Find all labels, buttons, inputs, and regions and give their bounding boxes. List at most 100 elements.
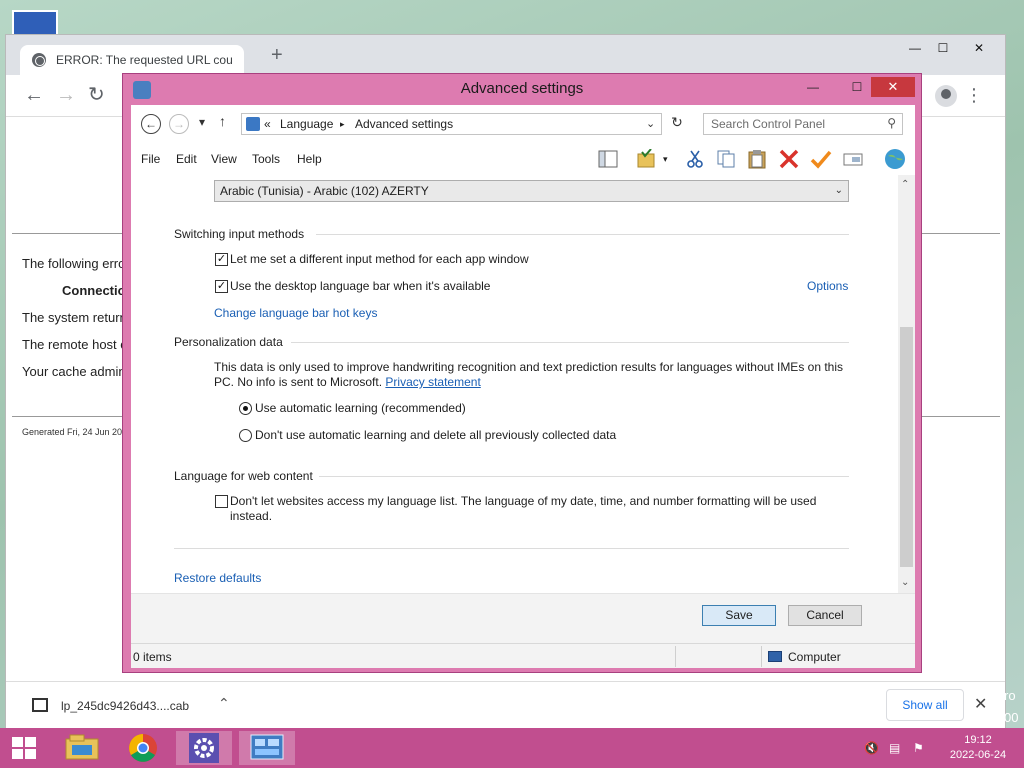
per-app-input-checkbox[interactable]: ✓ [215, 253, 228, 266]
address-dropdown-button[interactable]: ⌄ [646, 117, 655, 130]
delete-icon[interactable] [778, 149, 800, 169]
profile-icon[interactable] [935, 85, 957, 107]
web-language-list-label[interactable]: Don't let websites access my language li… [230, 494, 816, 508]
layout-icon[interactable] [597, 149, 619, 169]
search-input[interactable]: Search Control Panel ⚲ [703, 113, 903, 135]
options-link[interactable]: Options [807, 279, 848, 293]
forward-button[interactable]: → [169, 114, 189, 134]
forward-button[interactable]: → [56, 83, 76, 107]
cut-icon[interactable] [684, 149, 706, 169]
breadcrumb-separator[interactable]: ▸ [340, 119, 345, 130]
close-button[interactable]: ✕ [964, 41, 994, 55]
scroll-up-icon[interactable]: ⌃ [901, 179, 909, 190]
breadcrumb-language[interactable]: Language [280, 117, 333, 131]
input-method-select[interactable]: Arabic (Tunisia) - Arabic (102) AZERTY ⌄ [214, 180, 849, 202]
scroll-thumb[interactable] [900, 327, 913, 567]
vertical-scrollbar[interactable]: ⌃ ⌄ [898, 175, 915, 593]
save-button[interactable]: Save [702, 605, 776, 626]
change-hotkeys-link[interactable]: Change language bar hot keys [214, 306, 377, 320]
taskbar: 🔇 ▤ ⚑ 19:12 2022-06-24 [0, 728, 1024, 768]
no-automatic-learning-label[interactable]: Don't use automatic learning and delete … [255, 428, 616, 442]
automatic-learning-label[interactable]: Use automatic learning (recommended) [255, 401, 466, 415]
switching-heading: Switching input methods [174, 227, 305, 241]
download-file-name[interactable]: lp_245dc9426d43....cab [61, 699, 189, 713]
folder-options-icon[interactable] [636, 149, 658, 169]
minimize-button[interactable]: — [799, 77, 827, 97]
status-separator [675, 646, 676, 667]
menu-file[interactable]: File [141, 152, 160, 166]
network-icon[interactable]: ▤ [889, 741, 900, 755]
new-tab-button[interactable]: + [271, 45, 283, 65]
web-language-list-label-cont[interactable]: instead. [230, 509, 272, 523]
recent-locations-button[interactable]: ▾ [199, 115, 205, 129]
chevron-down-icon: ⌄ [834, 185, 843, 196]
tab-title: ERROR: The requested URL could not be re… [56, 53, 232, 67]
control-panel-icon[interactable] [239, 731, 295, 765]
clock-time: 19:12 [964, 734, 992, 746]
desktop-shortcut-icon[interactable] [12, 10, 58, 36]
personalization-text: This data is only used to improve handwr… [214, 360, 844, 389]
back-button[interactable]: ← [141, 114, 161, 134]
volume-muted-icon[interactable]: 🔇 [864, 741, 879, 755]
globe-icon [32, 53, 46, 67]
menu-help[interactable]: Help [297, 152, 322, 166]
paste-icon[interactable] [746, 149, 768, 169]
personalization-description: This data is only used to improve handwr… [214, 360, 852, 390]
personalization-heading: Personalization data [174, 335, 283, 349]
maximize-button[interactable]: ☐ [928, 41, 958, 55]
start-button[interactable] [12, 737, 38, 759]
desktop-language-bar-label[interactable]: Use the desktop language bar when it's a… [230, 279, 490, 293]
dialog-buttons: Save Cancel [131, 593, 915, 643]
search-icon[interactable]: ⚲ [887, 116, 896, 130]
advanced-settings-window: Advanced settings — ☐ ✕ ← → ▾ ↑ « Langua… [122, 73, 922, 673]
browser-tab[interactable]: ERROR: The requested URL could not be re… [20, 45, 244, 75]
show-all-button[interactable]: Show all [886, 689, 964, 721]
menu-bar: File Edit View Tools Help ▾ [131, 143, 915, 175]
copy-icon[interactable] [715, 149, 737, 169]
settings-icon[interactable] [176, 731, 232, 765]
menu-view[interactable]: View [211, 152, 237, 166]
properties-check-icon[interactable] [810, 149, 832, 169]
cancel-button[interactable]: Cancel [788, 605, 862, 626]
address-prefix[interactable]: « [264, 117, 271, 131]
back-button[interactable]: ← [24, 83, 44, 107]
reload-button[interactable]: ↻ [88, 83, 105, 107]
file-explorer-icon[interactable] [54, 731, 110, 765]
up-button[interactable]: ↑ [219, 113, 226, 129]
breadcrumb-advanced-settings[interactable]: Advanced settings [355, 117, 453, 131]
close-button[interactable]: ✕ [871, 77, 915, 97]
menu-tools[interactable]: Tools [252, 152, 280, 166]
folder-options-dropdown[interactable]: ▾ [663, 154, 668, 165]
menu-edit[interactable]: Edit [176, 152, 197, 166]
cab-file-icon [32, 698, 48, 712]
rename-icon[interactable] [842, 149, 864, 169]
chrome-icon[interactable] [115, 731, 171, 765]
web-language-list-checkbox[interactable] [215, 495, 228, 508]
check-mark-icon: ✓ [216, 253, 227, 265]
divider [319, 476, 849, 477]
chrome-menu-button[interactable]: ⋮ [965, 85, 983, 106]
divider [316, 234, 849, 235]
status-bar: 0 items Computer [131, 643, 915, 668]
web-content-heading: Language for web content [174, 469, 313, 483]
automatic-learning-radio[interactable] [239, 402, 252, 415]
system-clock[interactable]: 19:12 2022-06-24 [946, 733, 1010, 763]
desktop-text: ro [1004, 688, 1016, 703]
no-automatic-learning-radio[interactable] [239, 429, 252, 442]
action-center-flag-icon[interactable]: ⚑ [913, 741, 924, 755]
navigation-bar: ← → ▾ ↑ « Language ▸ Advanced settings ⌄… [131, 105, 915, 143]
divider [174, 548, 849, 549]
maximize-button[interactable]: ☐ [843, 77, 871, 97]
desktop-language-bar-checkbox[interactable]: ✓ [215, 280, 228, 293]
minimize-button[interactable]: — [900, 41, 930, 55]
per-app-input-label[interactable]: Let me set a different input method for … [230, 252, 529, 266]
tab-strip: ERROR: The requested URL could not be re… [6, 35, 1005, 75]
privacy-statement-link[interactable]: Privacy statement [385, 375, 480, 389]
chevron-up-icon[interactable]: ⌃ [218, 695, 230, 712]
close-download-bar-button[interactable]: ✕ [974, 694, 987, 714]
globe-icon[interactable] [883, 147, 907, 171]
refresh-button[interactable]: ↻ [667, 114, 687, 134]
address-bar[interactable]: « Language ▸ Advanced settings ⌄ [241, 113, 662, 135]
scroll-down-icon[interactable]: ⌄ [901, 577, 909, 588]
restore-defaults-link[interactable]: Restore defaults [174, 571, 261, 585]
